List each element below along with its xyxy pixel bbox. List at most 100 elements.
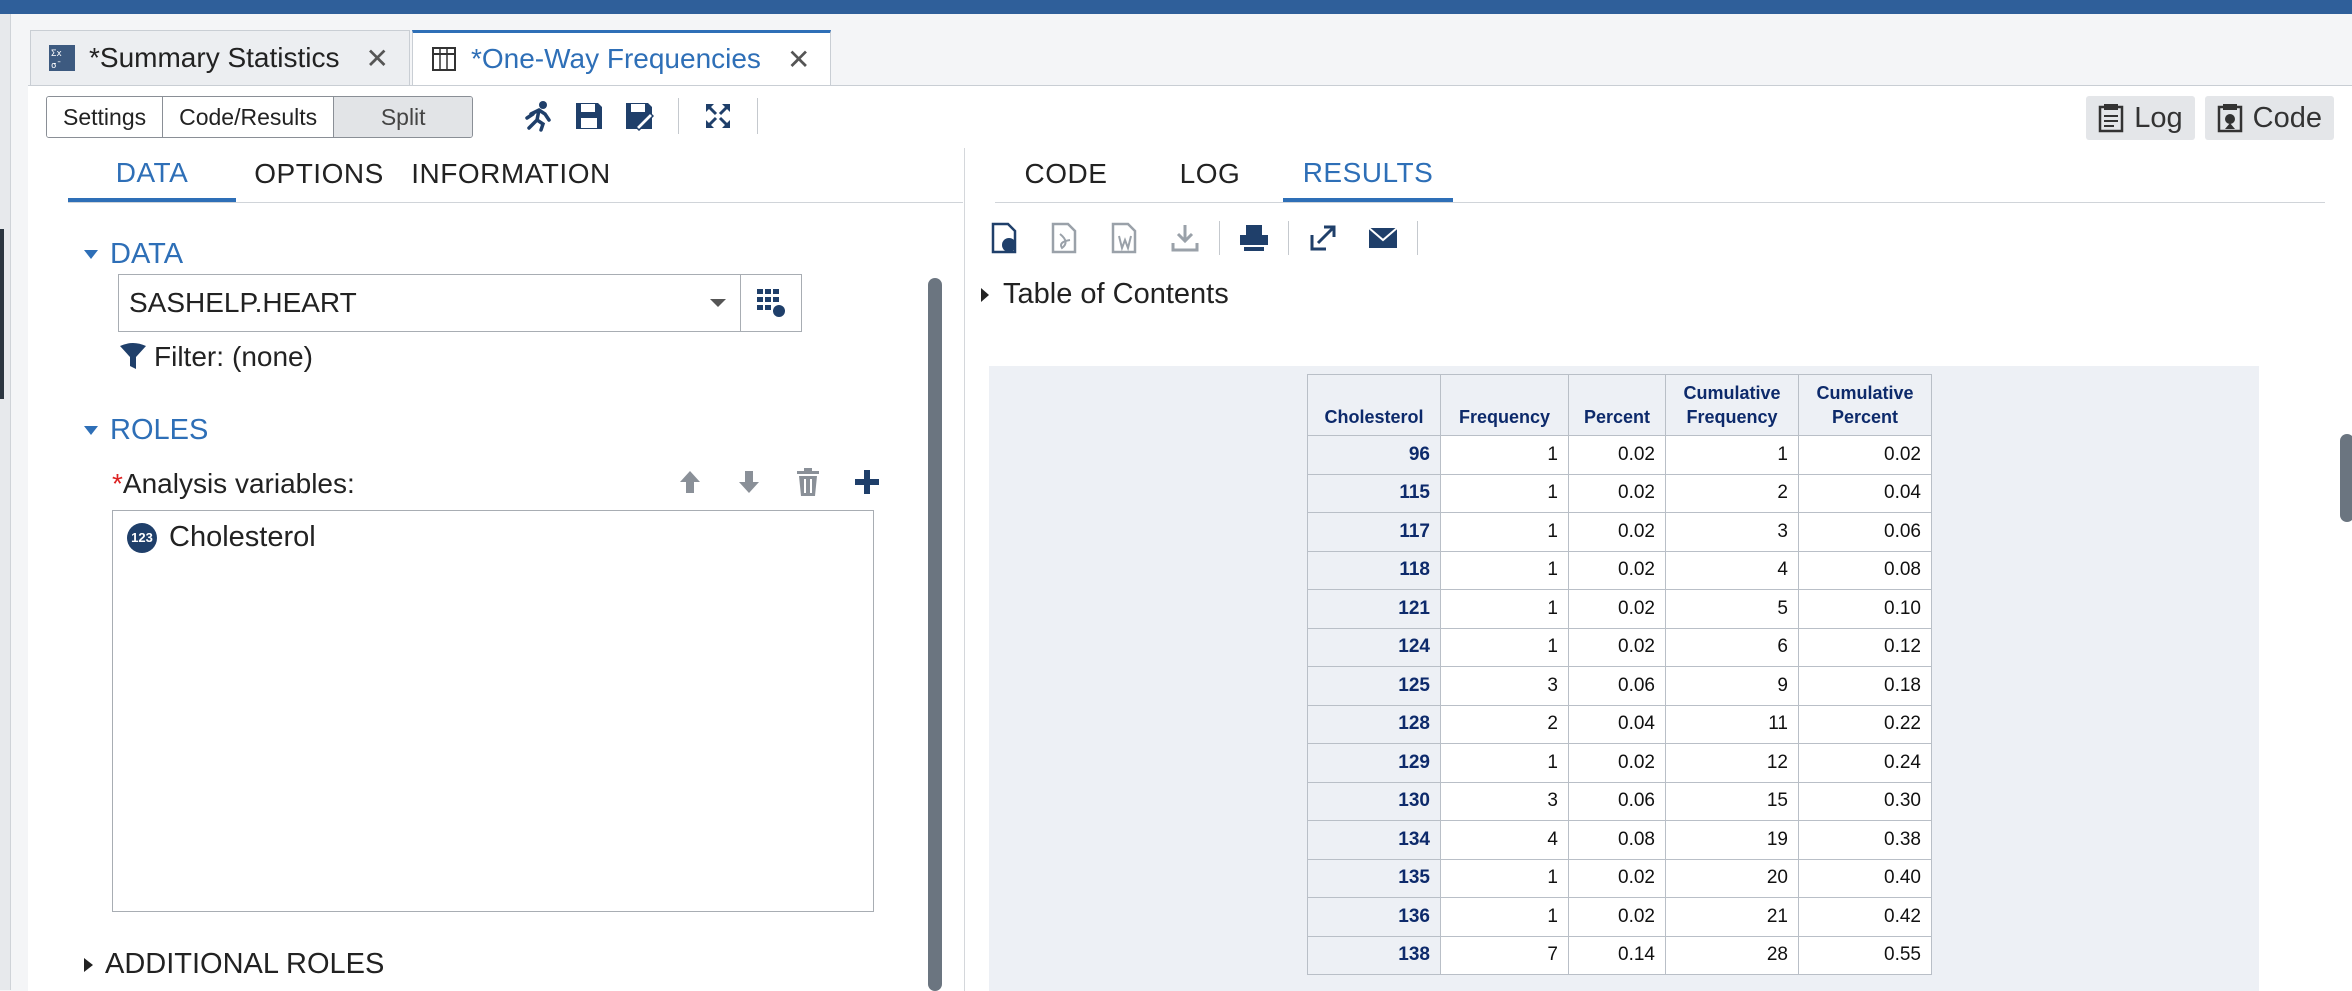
pdf-output-icon[interactable] xyxy=(1047,220,1083,256)
table-of-contents-toggle[interactable]: Table of Contents xyxy=(981,278,1229,311)
dataset-select[interactable]: SASHELP.HEART xyxy=(118,274,802,332)
table-cell: 0.02 xyxy=(1568,550,1666,590)
table-cell: 0.02 xyxy=(1568,858,1666,898)
table-cell: 1 xyxy=(1440,589,1569,629)
filter-row[interactable]: Filter: (none) xyxy=(118,341,313,373)
word-output-icon[interactable] xyxy=(1107,220,1143,256)
list-item[interactable]: 123 Cholesterol xyxy=(127,521,316,554)
add-icon[interactable] xyxy=(850,464,884,500)
table-cell: 0.02 xyxy=(1568,743,1666,783)
print-icon[interactable] xyxy=(1236,220,1272,256)
collapse-icon xyxy=(84,250,98,259)
table-cell: 0.06 xyxy=(1568,666,1666,706)
row-header-cell: 117 xyxy=(1307,512,1441,552)
close-icon[interactable]: ✕ xyxy=(787,43,810,76)
column-header: Cholesterol xyxy=(1307,374,1441,436)
table-cell: 0.24 xyxy=(1798,743,1932,783)
frequency-table-body: 96 1 0.02 1 0.02 115 1 0.02 2 0.04 117 1 0.02 3 0.06 11… xyxy=(1307,435,1932,975)
html-output-icon[interactable] xyxy=(987,220,1023,256)
results-pane: CODE LOG RESULTS Table of Contents Chole… xyxy=(964,148,2352,991)
table-row: 134 4 0.08 19 0.38 xyxy=(1307,820,1932,860)
results-scrollbar[interactable] xyxy=(2340,434,2352,522)
move-down-icon[interactable] xyxy=(732,464,766,500)
svg-text:Σx: Σx xyxy=(51,49,62,59)
doc-tab-one-way-frequencies[interactable]: *One-Way Frequencies ✕ xyxy=(411,30,832,85)
table-cell: 2 xyxy=(1665,473,1799,513)
row-header-cell: 125 xyxy=(1307,666,1441,706)
settings-scrollbar[interactable] xyxy=(928,278,942,991)
filter-label: Filter: xyxy=(154,341,224,372)
split-view-button[interactable]: Split xyxy=(334,97,473,137)
tab-options[interactable]: OPTIONS xyxy=(236,148,402,200)
table-row: 138 7 0.14 28 0.55 xyxy=(1307,935,1932,975)
chevron-down-icon[interactable] xyxy=(710,299,726,307)
roles-section-header[interactable]: ROLES xyxy=(84,414,208,447)
table-cell: 3 xyxy=(1665,512,1799,552)
output-tabs: CODE LOG RESULTS xyxy=(995,148,2325,203)
table-cell: 0.02 xyxy=(1568,435,1666,475)
table-cell: 0.02 xyxy=(1568,897,1666,937)
tab-data[interactable]: DATA xyxy=(68,148,236,202)
variable-name: Cholesterol xyxy=(169,521,316,553)
data-section-header[interactable]: DATA xyxy=(84,238,183,271)
table-cell: 15 xyxy=(1665,781,1799,821)
table-cell: 1 xyxy=(1440,897,1569,937)
code-button[interactable]: Code xyxy=(2204,96,2334,140)
save-as-icon[interactable] xyxy=(622,99,656,133)
table-cell: 2 xyxy=(1440,704,1569,744)
frequency-table: Cholesterol Frequency Percent Cumulative… xyxy=(1307,374,1932,975)
email-icon[interactable] xyxy=(1365,220,1401,256)
table-grid-icon xyxy=(429,44,459,74)
log-icon xyxy=(2099,104,2124,133)
table-row: 130 3 0.06 15 0.30 xyxy=(1307,781,1932,821)
table-cell: 5 xyxy=(1665,589,1799,629)
table-cell: 0.02 xyxy=(1798,435,1932,475)
toolbar-divider xyxy=(678,98,679,134)
row-header-cell: 138 xyxy=(1307,935,1441,975)
select-table-button[interactable] xyxy=(740,275,801,331)
close-icon[interactable]: ✕ xyxy=(366,42,389,75)
table-cell: 3 xyxy=(1440,666,1569,706)
main-toolbar xyxy=(514,96,772,136)
filter-icon xyxy=(120,343,146,369)
log-button[interactable]: Log xyxy=(2086,96,2195,140)
table-cell: 19 xyxy=(1665,820,1799,860)
table-cell: 0.18 xyxy=(1798,666,1932,706)
code-results-view-button[interactable]: Code/Results xyxy=(163,97,335,137)
task-workarea: Settings Code/Results Split Log Code DAT… xyxy=(28,85,2352,991)
save-icon[interactable] xyxy=(572,99,606,133)
data-section-title: DATA xyxy=(110,238,184,270)
table-cell: 4 xyxy=(1440,820,1569,860)
table-row: 118 1 0.02 4 0.08 xyxy=(1307,550,1932,590)
table-cell: 0.14 xyxy=(1568,935,1666,975)
doc-tab-summary-statistics[interactable]: Σx σ̄ *Summary Statistics ✕ xyxy=(30,30,410,85)
additional-roles-header[interactable]: ADDITIONAL ROLES xyxy=(84,948,384,981)
move-up-icon[interactable] xyxy=(673,464,707,500)
row-header-cell: 135 xyxy=(1307,858,1441,898)
dataset-value: SASHELP.HEART xyxy=(129,287,357,318)
delete-icon[interactable] xyxy=(791,464,825,500)
settings-view-button[interactable]: Settings xyxy=(47,97,164,137)
app-header-bar xyxy=(0,0,2352,14)
row-header-cell: 136 xyxy=(1307,897,1441,937)
table-cell: 0.30 xyxy=(1798,781,1932,821)
table-row: 128 2 0.04 11 0.22 xyxy=(1307,704,1932,744)
table-row: 117 1 0.02 3 0.06 xyxy=(1307,512,1932,552)
table-cell: 0.04 xyxy=(1568,704,1666,744)
table-cell: 0.40 xyxy=(1798,858,1932,898)
download-icon[interactable] xyxy=(1167,220,1203,256)
run-icon[interactable] xyxy=(522,99,556,133)
maximize-icon[interactable] xyxy=(701,99,735,133)
table-cell: 21 xyxy=(1665,897,1799,937)
code-button-label: Code xyxy=(2252,101,2322,134)
tab-results[interactable]: RESULTS xyxy=(1283,148,1453,202)
toolbar-divider xyxy=(1288,221,1289,255)
analysis-variables-list[interactable]: 123 Cholesterol xyxy=(112,510,874,912)
tab-log[interactable]: LOG xyxy=(1137,148,1283,200)
tab-information[interactable]: INFORMATION xyxy=(402,148,620,200)
tab-code[interactable]: CODE xyxy=(995,148,1137,200)
table-cell: 0.55 xyxy=(1798,935,1932,975)
table-cell: 12 xyxy=(1665,743,1799,783)
document-tabs: Σx σ̄ *Summary Statistics ✕ *One-Way Freq… xyxy=(30,30,833,85)
expand-icon[interactable] xyxy=(1305,220,1341,256)
